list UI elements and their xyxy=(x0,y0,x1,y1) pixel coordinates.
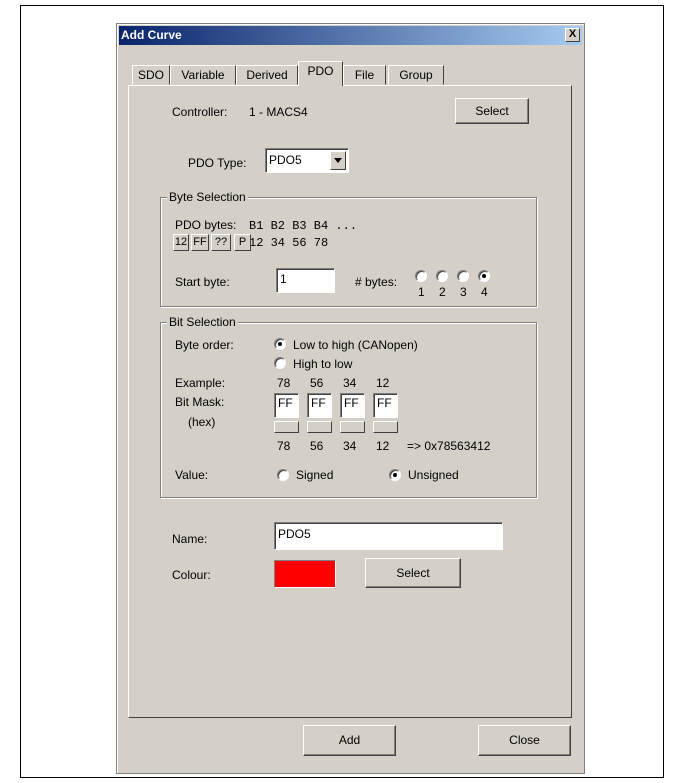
controller-label: Controller: xyxy=(172,105,228,119)
byte-selection-group: Byte Selection PDO bytes: B1 B2 B3 B4 ..… xyxy=(160,190,537,307)
format-p-button[interactable]: P xyxy=(234,234,251,251)
num-bytes-radio-1[interactable] xyxy=(415,270,427,282)
example-byte-2: 56 xyxy=(310,376,324,390)
unsigned-label: Unsigned xyxy=(408,468,459,482)
close-icon[interactable]: X xyxy=(565,28,580,42)
bitmask-button-4[interactable] xyxy=(373,421,398,433)
num-bytes-radio-2[interactable] xyxy=(436,270,448,282)
format-hex-button[interactable]: FF xyxy=(191,234,209,251)
result-byte-1: 78 xyxy=(277,439,291,453)
order-low-high-radio[interactable] xyxy=(274,338,286,350)
start-byte-label: Start byte: xyxy=(175,275,230,289)
bitmask-button-2[interactable] xyxy=(307,421,332,433)
dropdown-button[interactable] xyxy=(330,151,346,170)
bitmask-input-2[interactable]: FF xyxy=(307,393,332,418)
pdo-bytes-header: B1 B2 B3 B4 ... xyxy=(249,219,358,233)
byte-selection-legend: Byte Selection xyxy=(167,190,248,204)
name-input[interactable]: PDO5 xyxy=(274,522,503,550)
tab-file[interactable]: File xyxy=(343,65,386,85)
bitmask-input-3[interactable]: FF xyxy=(340,393,365,418)
tab-sdo[interactable]: SDO xyxy=(132,65,170,85)
tab-pdo[interactable]: PDO xyxy=(298,61,343,86)
pdo-type-label: PDO Type: xyxy=(188,156,247,170)
start-byte-input[interactable]: 1 xyxy=(276,268,335,293)
bitmask-button-1[interactable] xyxy=(274,421,299,433)
num-bytes-option-4: 4 xyxy=(481,285,488,299)
result-byte-2: 56 xyxy=(310,439,324,453)
hex-label: (hex) xyxy=(188,415,216,429)
pdo-type-select[interactable]: PDO5 xyxy=(265,148,349,173)
example-byte-1: 78 xyxy=(277,376,291,390)
close-button[interactable]: Close xyxy=(478,725,571,756)
format-unknown-button[interactable]: ?? xyxy=(211,234,231,251)
byte-order-label: Byte order: xyxy=(175,338,234,352)
colour-select-button[interactable]: Select xyxy=(365,558,461,588)
pdo-bytes-values: 12 34 56 78 xyxy=(249,236,329,250)
result-hex: => 0x78563412 xyxy=(407,439,491,453)
example-byte-4: 12 xyxy=(376,376,390,390)
format-decimal-button[interactable]: 12 xyxy=(173,234,189,251)
dialog-titlebar: Add Curve X xyxy=(119,26,582,45)
colour-swatch[interactable] xyxy=(274,560,336,588)
num-bytes-radio-3[interactable] xyxy=(457,270,469,282)
pdo-type-value: PDO5 xyxy=(269,153,302,167)
order-high-low-label: High to low xyxy=(293,357,353,371)
signed-radio[interactable] xyxy=(277,469,289,481)
signed-label: Signed xyxy=(296,468,334,482)
chevron-down-icon xyxy=(334,158,342,163)
add-curve-dialog: Add Curve X SDO Variable Derived PDO Fil… xyxy=(116,23,585,774)
tab-derived[interactable]: Derived xyxy=(236,65,298,85)
bitmask-input-4[interactable]: FF xyxy=(373,393,398,418)
num-bytes-option-2: 2 xyxy=(439,285,446,299)
controller-value: 1 - MACS4 xyxy=(249,105,308,119)
name-label: Name: xyxy=(172,532,208,546)
order-high-low-radio[interactable] xyxy=(274,357,286,369)
add-button[interactable]: Add xyxy=(303,725,396,756)
result-byte-4: 12 xyxy=(376,439,390,453)
bitmask-button-3[interactable] xyxy=(340,421,365,433)
unsigned-radio[interactable] xyxy=(389,469,401,481)
example-label: Example: xyxy=(175,376,226,390)
example-byte-3: 34 xyxy=(343,376,357,390)
colour-label: Colour: xyxy=(172,568,211,582)
bitmask-input-1[interactable]: FF xyxy=(274,393,299,418)
dialog-title: Add Curve xyxy=(121,28,182,42)
num-bytes-label: # bytes: xyxy=(355,275,398,289)
bit-selection-legend: Bit Selection xyxy=(167,315,238,329)
tab-group[interactable]: Group xyxy=(388,65,444,85)
num-bytes-option-1: 1 xyxy=(418,285,425,299)
order-low-high-label: Low to high (CANopen) xyxy=(293,338,418,352)
pdo-bytes-label: PDO bytes: xyxy=(175,218,237,232)
controller-select-button[interactable]: Select xyxy=(455,98,529,124)
tab-variable[interactable]: Variable xyxy=(170,65,236,85)
result-byte-3: 34 xyxy=(343,439,357,453)
num-bytes-option-3: 3 xyxy=(460,285,467,299)
value-label: Value: xyxy=(175,468,209,482)
bitmask-label: Bit Mask: xyxy=(175,395,225,409)
num-bytes-radio-4[interactable] xyxy=(478,270,490,282)
bit-selection-group: Bit Selection Byte order: Low to high (C… xyxy=(160,315,537,498)
tab-panel-pdo: Controller: 1 - MACS4 Select PDO Type: P… xyxy=(128,85,572,718)
